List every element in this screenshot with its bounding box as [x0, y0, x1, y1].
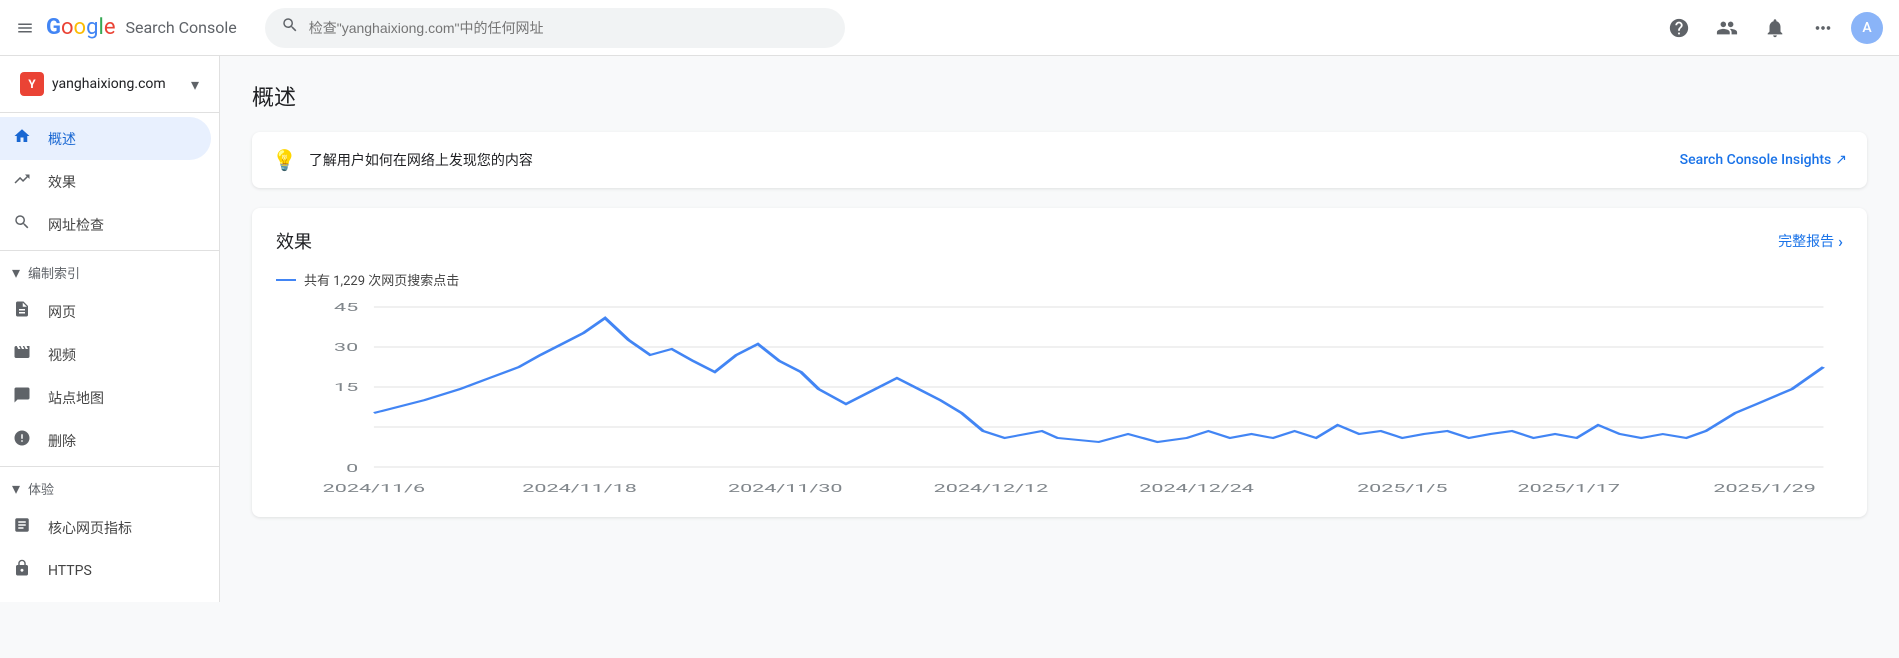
svg-text:45: 45 — [334, 301, 358, 314]
apps-icon[interactable] — [1803, 8, 1843, 48]
video-icon — [12, 343, 32, 366]
section-experience-header[interactable]: ▾ 体验 — [0, 471, 219, 506]
header: Google Search Console — [0, 0, 1899, 56]
sidebar-item-overview-label: 概述 — [48, 129, 76, 149]
svg-text:2024/11/30: 2024/11/30 — [728, 482, 843, 495]
card-header: 效果 完整报告 › — [276, 228, 1843, 254]
svg-text:0: 0 — [346, 462, 358, 475]
property-name: yanghaixiong.com — [52, 76, 183, 92]
search-input[interactable] — [309, 20, 829, 36]
sidebar-item-overview[interactable]: 概述 — [0, 117, 211, 160]
sidebar-item-cwv[interactable]: 核心网页指标 — [0, 506, 211, 549]
sidebar-item-video[interactable]: 视频 — [0, 333, 211, 376]
sidebar: Y yanghaixiong.com ▾ 概述 效果 — [0, 56, 220, 602]
avatar[interactable]: A — [1851, 12, 1883, 44]
divider-2 — [0, 250, 219, 251]
sidebar-item-pages-label: 网页 — [48, 302, 76, 322]
sidebar-item-pages[interactable]: 网页 — [0, 290, 211, 333]
svg-text:2024/11/6: 2024/11/6 — [323, 482, 425, 495]
sidebar-item-sitemap[interactable]: 站点地图 — [0, 376, 211, 419]
search-bar[interactable] — [265, 8, 845, 48]
sidebar-item-url-inspect[interactable]: 网址检查 — [0, 203, 211, 246]
pages-icon — [12, 300, 32, 323]
full-report-label: 完整报告 — [1778, 231, 1834, 251]
sidebar-item-https-label: HTTPS — [48, 563, 92, 579]
google-logo: Google Search Console — [46, 15, 237, 40]
divider-3 — [0, 466, 219, 467]
property-selector[interactable]: Y yanghaixiong.com ▾ — [8, 64, 211, 104]
legend-line-indicator — [276, 279, 296, 281]
search-icon — [281, 16, 299, 39]
sidebar-item-cwv-label: 核心网页指标 — [48, 518, 132, 538]
section-indexing-header[interactable]: ▾ 编制索引 — [0, 255, 219, 290]
insight-banner: 💡 了解用户如何在网络上发现您的内容 Search Console Insigh… — [252, 132, 1867, 188]
sidebar-item-https[interactable]: HTTPS — [0, 549, 211, 592]
section-experience-label: 体验 — [28, 479, 54, 498]
property-icon: Y — [20, 72, 44, 96]
notifications-icon[interactable] — [1755, 8, 1795, 48]
svg-text:2024/12/24: 2024/12/24 — [1139, 482, 1254, 495]
main-layout: Y yanghaixiong.com ▾ 概述 效果 — [0, 56, 1899, 602]
users-icon[interactable] — [1707, 8, 1747, 48]
performance-line — [374, 318, 1823, 442]
header-actions: A — [1659, 8, 1883, 48]
insight-bulb-icon: 💡 — [272, 148, 297, 172]
home-icon — [12, 127, 32, 150]
svg-text:2024/11/18: 2024/11/18 — [522, 482, 637, 495]
performance-chart: 45 30 15 0 2024/11/6 2024/11/18 2024/11/… — [276, 297, 1843, 497]
divider-1 — [0, 112, 219, 113]
svg-text:2025/1/5: 2025/1/5 — [1357, 482, 1447, 495]
product-name: Search Console — [125, 18, 236, 37]
sitemap-icon — [12, 386, 32, 409]
card-title: 效果 — [276, 228, 312, 254]
performance-card: 效果 完整报告 › 共有 1,229 次网页搜索点击 — [252, 208, 1867, 517]
removals-icon — [12, 429, 32, 452]
main-content: 概述 💡 了解用户如何在网络上发现您的内容 Search Console Ins… — [220, 56, 1899, 602]
sidebar-item-url-inspect-label: 网址检查 — [48, 215, 104, 235]
help-icon[interactable] — [1659, 8, 1699, 48]
insight-link-label: Search Console Insights — [1680, 152, 1832, 168]
sidebar-item-video-label: 视频 — [48, 345, 76, 365]
inspect-icon — [12, 213, 32, 236]
section-indexing-label: 编制索引 — [28, 263, 80, 282]
insight-text: 了解用户如何在网络上发现您的内容 — [309, 150, 1668, 170]
sidebar-item-removals-label: 删除 — [48, 431, 76, 451]
svg-text:15: 15 — [334, 381, 358, 394]
https-icon — [12, 559, 32, 582]
svg-text:2025/1/29: 2025/1/29 — [1713, 482, 1815, 495]
svg-text:30: 30 — [334, 341, 358, 354]
svg-text:2024/12/12: 2024/12/12 — [934, 482, 1049, 495]
full-report-link[interactable]: 完整报告 › — [1778, 231, 1843, 251]
external-link-icon: ↗ — [1835, 152, 1847, 168]
expand-icon: ▾ — [12, 263, 20, 282]
sidebar-item-performance[interactable]: 效果 — [0, 160, 211, 203]
svg-text:2025/1/17: 2025/1/17 — [1518, 482, 1620, 495]
chart-legend-text: 共有 1,229 次网页搜索点击 — [304, 270, 459, 289]
menu-icon[interactable] — [16, 19, 34, 37]
chart-legend: 共有 1,229 次网页搜索点击 — [276, 270, 1843, 289]
sidebar-item-performance-label: 效果 — [48, 172, 76, 192]
sidebar-item-removals[interactable]: 删除 — [0, 419, 211, 462]
cwv-icon — [12, 516, 32, 539]
page-title: 概述 — [252, 80, 1867, 112]
chart-svg: 45 30 15 0 2024/11/6 2024/11/18 2024/11/… — [276, 297, 1843, 497]
performance-icon — [12, 170, 32, 193]
search-console-insights-link[interactable]: Search Console Insights ↗ — [1680, 152, 1847, 168]
expand-icon-2: ▾ — [12, 479, 20, 498]
dropdown-icon: ▾ — [191, 75, 199, 94]
chevron-right-icon: › — [1838, 232, 1843, 251]
sidebar-item-sitemap-label: 站点地图 — [48, 388, 104, 408]
